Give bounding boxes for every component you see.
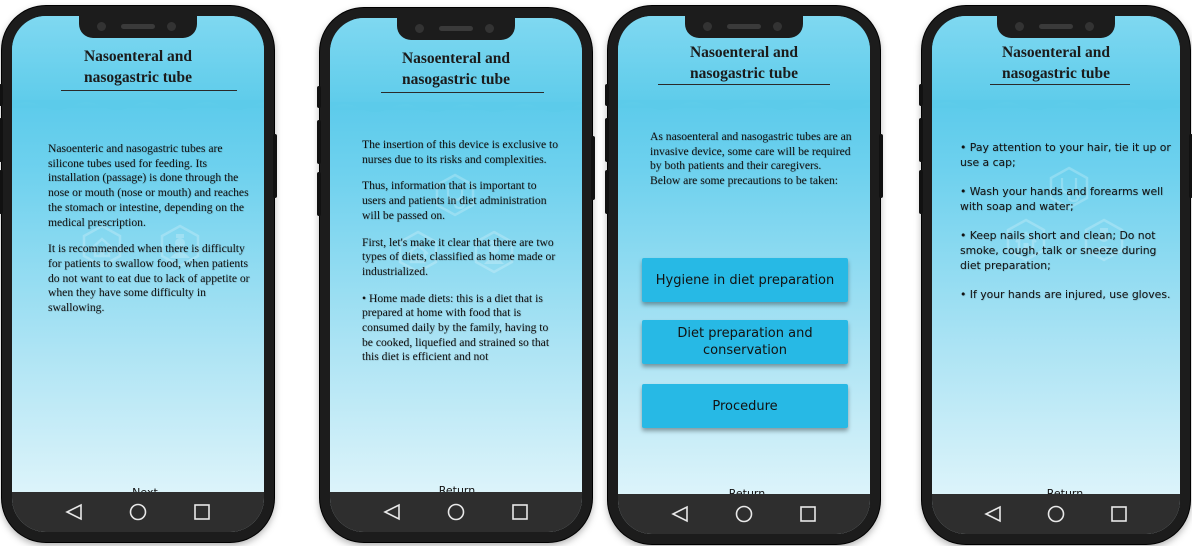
hygiene-button-label: Hygiene in diet preparation (655, 272, 835, 288)
content-text: Nasoenteric and nasogastric tubes are si… (48, 142, 256, 328)
diet-preparation-button[interactable]: Diet preparation and conservation (642, 320, 848, 364)
paragraph: Thus, information that is important to u… (362, 179, 547, 222)
content-text: • Pay attention to your hair, tie it up … (960, 140, 1174, 314)
bullet-item: • Keep nails short and clean; Do not smo… (960, 229, 1157, 272)
paragraph: First, let's make it clear that there ar… (362, 235, 556, 278)
page-title: Nasoenteral and nasogastric tube (83, 48, 193, 86)
procedure-button-label: Procedure (712, 398, 778, 414)
recents-square-icon[interactable] (793, 499, 823, 529)
back-triangle-icon[interactable] (377, 497, 407, 527)
phone-screen: Nasoenteral and nasogastric tube • Pay a… (932, 16, 1180, 534)
paragraph: It is recommended when there is difficul… (48, 242, 250, 315)
header-wave (330, 102, 582, 112)
page-title: Nasoenteral and nasogastric tube (689, 44, 799, 82)
system-navbar (12, 492, 264, 532)
recents-square-icon[interactable] (505, 497, 535, 527)
phone-screen: Nasoenteral and nasogastric tube The ins… (330, 18, 582, 532)
phone-screen: Nasoenteral and nasogastric tube Nasoent… (12, 16, 264, 532)
title-underline (381, 92, 544, 93)
system-navbar (932, 494, 1180, 534)
intro-paragraph: As nasoenteral and nasogastric tubes are… (650, 130, 852, 188)
paragraph: Nasoenteric and nasogastric tubes are si… (48, 142, 249, 229)
home-circle-icon[interactable] (441, 497, 471, 527)
diet-preparation-button-label: Diet preparation and conservation (677, 326, 813, 358)
bullet-item: • If your hands are injured, use gloves. (960, 288, 1171, 301)
phone-frame: Nasoenteral and nasogastric tube • Pay a… (919, 6, 1192, 544)
title-underline (658, 84, 830, 85)
phone-frame: Nasoenteral and nasogastric tube The ins… (317, 8, 595, 542)
title-underline (990, 84, 1130, 85)
header-wave (618, 100, 870, 110)
back-triangle-icon[interactable] (978, 499, 1008, 529)
home-circle-icon[interactable] (123, 497, 153, 527)
content-text: The insertion of this device is exclusiv… (362, 138, 562, 377)
content-text: As nasoenteral and nasogastric tubes are… (642, 130, 852, 201)
phone-notch (997, 16, 1115, 38)
header-wave (932, 100, 1180, 110)
system-navbar (618, 494, 870, 534)
hygiene-button[interactable]: Hygiene in diet preparation (642, 258, 848, 302)
phone-notch (397, 18, 515, 40)
recents-square-icon[interactable] (187, 497, 217, 527)
paragraph: • Home made diets: this is a diet that i… (362, 291, 550, 364)
title-underline (61, 90, 237, 91)
home-circle-icon[interactable] (729, 499, 759, 529)
recents-square-icon[interactable] (1104, 499, 1134, 529)
bullet-item: • Wash your hands and forearms well with… (960, 185, 1164, 213)
system-navbar (330, 492, 582, 532)
back-triangle-icon[interactable] (665, 499, 695, 529)
phone-notch (685, 16, 803, 38)
back-triangle-icon[interactable] (59, 497, 89, 527)
phone-frame: Nasoenteral and nasogastric tube Nasoent… (0, 6, 277, 542)
page-title: Nasoenteral and nasogastric tube (401, 50, 511, 88)
header-wave (12, 100, 264, 110)
page-title: Nasoenteral and nasogastric tube (1001, 44, 1111, 82)
home-circle-icon[interactable] (1041, 499, 1071, 529)
phone-frame: Nasoenteral and nasogastric tube As naso… (605, 6, 883, 544)
procedure-button[interactable]: Procedure (642, 384, 848, 428)
phone-notch (79, 16, 197, 38)
bullet-item: • Pay attention to your hair, tie it up … (960, 141, 1171, 169)
phone-screen: Nasoenteral and nasogastric tube As naso… (618, 16, 870, 534)
paragraph: The insertion of this device is exclusiv… (362, 138, 559, 166)
